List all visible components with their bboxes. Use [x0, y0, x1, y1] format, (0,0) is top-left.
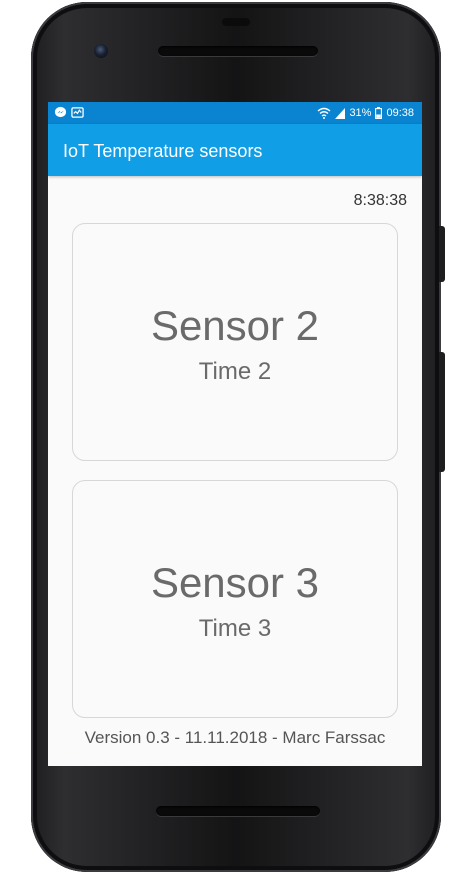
- status-indicators: 31% 09:38: [317, 105, 414, 121]
- sensor-time: Time 3: [198, 615, 272, 642]
- battery-percent: 31%: [349, 107, 372, 119]
- earpiece-slot: [222, 18, 250, 26]
- clock-time: 8:38:38: [353, 192, 407, 209]
- version-footer: Version 0.3 - 11.11.2018 - Marc Farssac: [84, 728, 386, 747]
- signal-icon: [335, 107, 346, 119]
- sensor-time: Time 2: [198, 358, 272, 385]
- app-title: IoT Temperature sensors: [63, 141, 263, 161]
- top-speaker: [158, 46, 318, 56]
- status-time: 09:38: [386, 107, 414, 119]
- front-camera: [94, 44, 108, 58]
- power-button: [439, 226, 445, 282]
- sensor-title: Sensor 2: [150, 302, 320, 349]
- bottom-speaker: [156, 806, 320, 816]
- sensor-card[interactable]: Sensor 2 Time 2: [72, 223, 398, 461]
- screen: 31% 09:38 IoT Temperature sensors 8:38:3…: [48, 102, 422, 766]
- activity-icon: [71, 107, 84, 118]
- battery-icon: [375, 107, 383, 119]
- notification-icons: [54, 106, 84, 119]
- status-bar: 31% 09:38: [48, 102, 422, 124]
- wifi-icon: [317, 107, 331, 119]
- volume-button: [439, 352, 445, 472]
- messenger-icon: [54, 106, 67, 118]
- app-bar: IoT Temperature sensors: [48, 124, 422, 176]
- sensor-card[interactable]: Sensor 3 Time 3: [72, 480, 398, 718]
- sensor-title: Sensor 3: [150, 559, 320, 606]
